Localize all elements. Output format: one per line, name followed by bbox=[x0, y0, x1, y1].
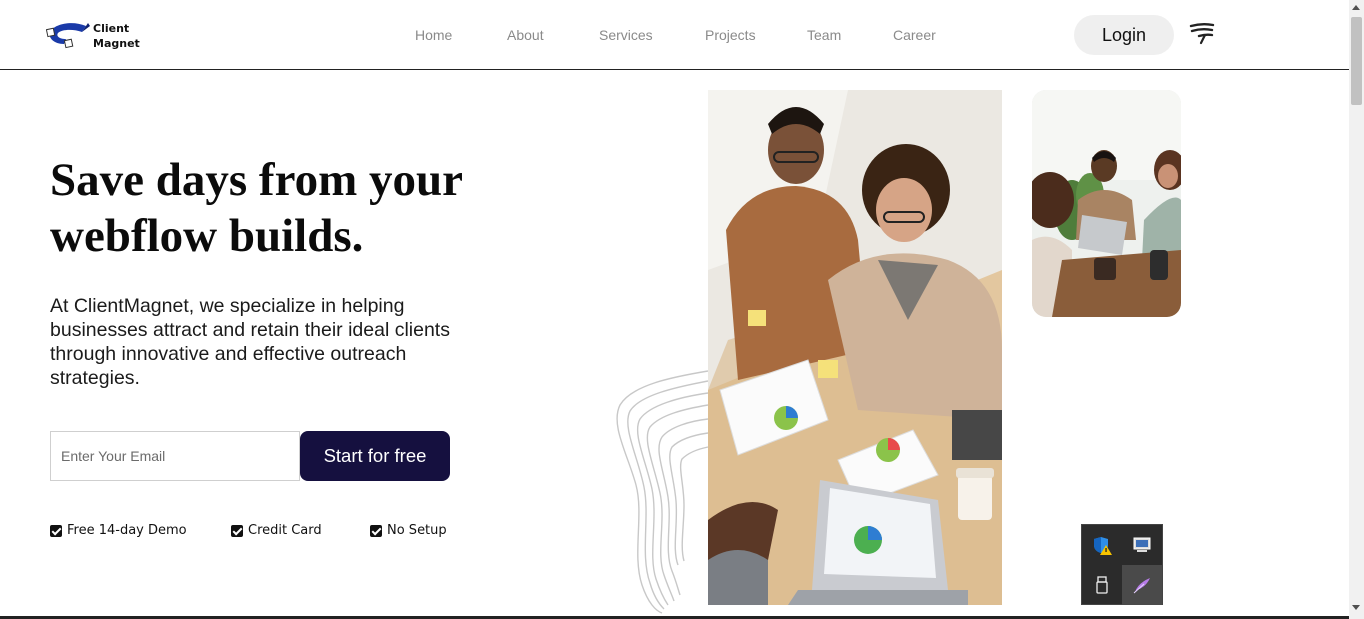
nav-home[interactable]: Home bbox=[415, 27, 452, 43]
email-input[interactable] bbox=[50, 431, 300, 481]
feature-credit-card-label: Credit Card bbox=[248, 523, 322, 538]
team-meeting-photo bbox=[708, 90, 1002, 605]
start-for-free-button[interactable]: Start for free bbox=[300, 431, 450, 481]
logo-text-line1: Client bbox=[93, 22, 130, 35]
scroll-down-arrow-icon[interactable] bbox=[1352, 605, 1360, 610]
feature-demo: Free 14-day Demo bbox=[50, 523, 187, 538]
scroll-up-arrow-icon[interactable] bbox=[1352, 5, 1360, 10]
hero-description: At ClientMagnet, we specialize in helpin… bbox=[50, 295, 450, 389]
hero-headline-line2: webflow builds. bbox=[50, 210, 364, 262]
nav-career[interactable]: Career bbox=[893, 27, 936, 43]
nav-about[interactable]: About bbox=[507, 27, 544, 43]
page-scrollbar[interactable] bbox=[1349, 0, 1364, 619]
feature-no-setup-label: No Setup bbox=[387, 523, 447, 538]
hero-headline: Save days from your webflow builds. bbox=[50, 152, 520, 264]
nav-team[interactable]: Team bbox=[807, 27, 841, 43]
office-meeting-illustration bbox=[1032, 90, 1181, 317]
nav-projects[interactable]: Projects bbox=[705, 27, 756, 43]
nav-services[interactable]: Services bbox=[599, 27, 653, 43]
team-meeting-illustration bbox=[708, 90, 1002, 605]
system-tray-popup bbox=[1081, 524, 1163, 605]
scrollbar-thumb[interactable] bbox=[1351, 17, 1362, 105]
feature-no-setup: No Setup bbox=[370, 523, 447, 538]
hero-headline-line1: Save days from your bbox=[50, 154, 463, 206]
office-meeting-photo bbox=[1032, 90, 1181, 317]
logo-text-line2: Magnet bbox=[93, 37, 140, 50]
display-icon[interactable] bbox=[1122, 525, 1162, 565]
checkbox-checked-icon bbox=[370, 524, 382, 537]
logo[interactable]: Client Magnet bbox=[46, 20, 140, 52]
login-button[interactable]: Login bbox=[1074, 15, 1174, 55]
contour-lines-decoration bbox=[616, 370, 709, 614]
menu-icon[interactable] bbox=[1188, 21, 1216, 47]
feature-demo-label: Free 14-day Demo bbox=[67, 523, 187, 538]
windows-security-warning-icon[interactable] bbox=[1082, 525, 1122, 565]
checkbox-checked-icon bbox=[231, 524, 243, 537]
usb-drive-icon[interactable] bbox=[1082, 565, 1122, 605]
magnet-logo-icon bbox=[46, 23, 90, 49]
site-header: Client Magnet Home About Services Projec… bbox=[0, 0, 1349, 70]
feather-pen-icon[interactable] bbox=[1122, 565, 1162, 605]
checkbox-checked-icon bbox=[50, 524, 62, 537]
feature-credit-card: Credit Card bbox=[231, 523, 322, 538]
